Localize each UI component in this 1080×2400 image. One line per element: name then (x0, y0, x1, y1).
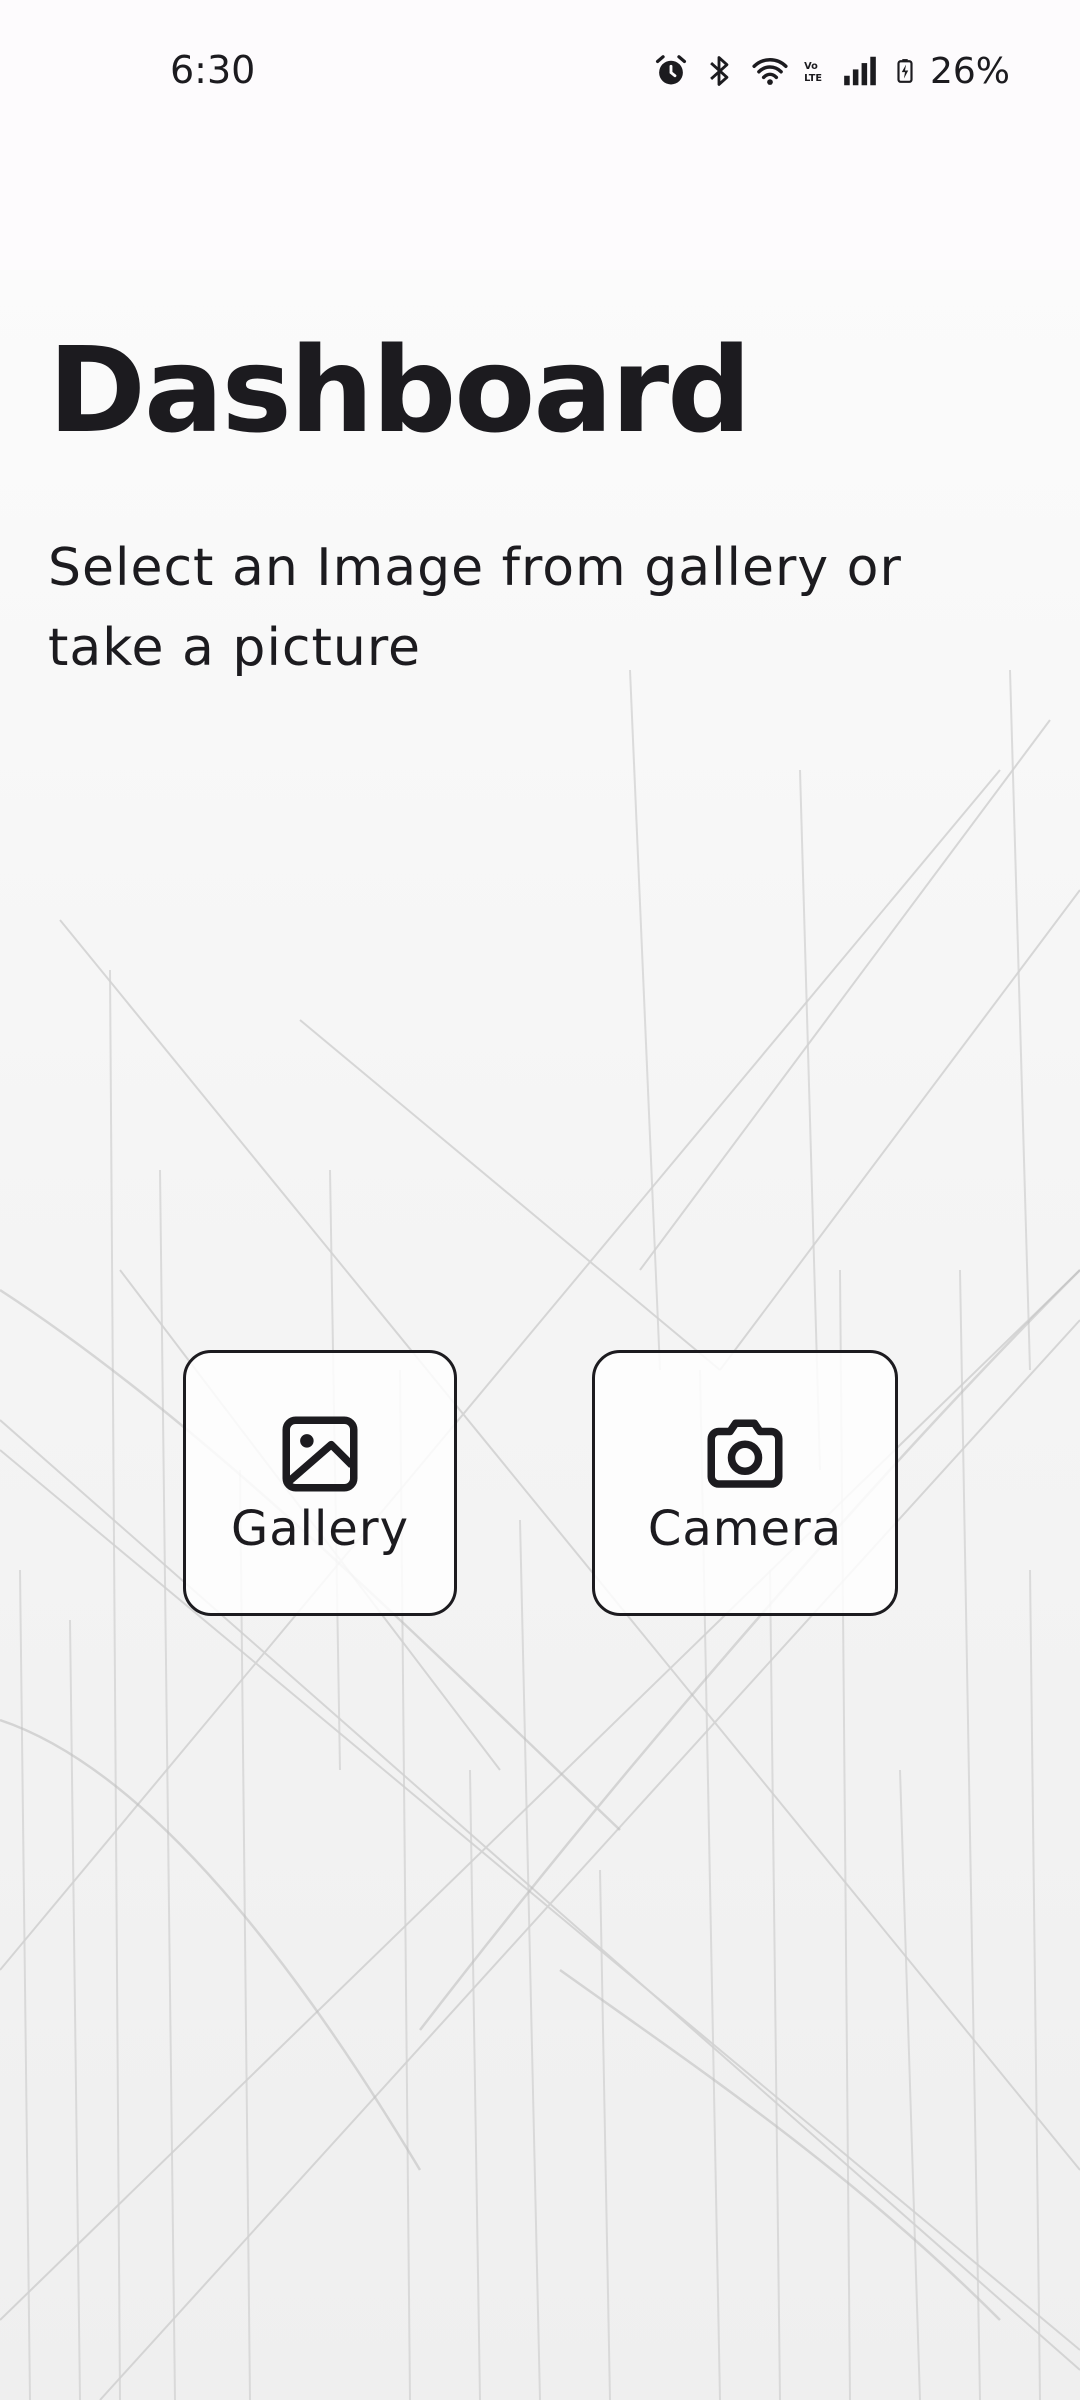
bluetooth-icon (710, 56, 729, 86)
image-icon (282, 1416, 358, 1492)
svg-text:LTE: LTE (804, 73, 822, 84)
camera-icon (707, 1419, 783, 1488)
battery-percentage: 26% (929, 50, 1010, 92)
gallery-button[interactable]: Gallery (183, 1350, 457, 1616)
camera-button-label: Camera (647, 1501, 843, 1557)
gallery-button-label: Gallery (231, 1501, 409, 1557)
page-subtitle: Select an Image from gallery or take a p… (48, 538, 902, 678)
signal-icon (844, 56, 876, 86)
dashboard-screen: 6:30 Vo LTE 26% Dashboard Select an Imag… (0, 0, 1080, 2400)
page-title: Dashboard (48, 321, 752, 459)
battery-charging-icon (897, 59, 913, 83)
svg-text:Vo: Vo (804, 61, 818, 72)
camera-button[interactable]: Camera (592, 1350, 898, 1616)
status-time: 6:30 (170, 48, 256, 92)
status-icons: Vo LTE 26% (652, 46, 1010, 96)
alarm-icon (655, 55, 687, 85)
wifi-icon (752, 57, 788, 85)
volte-icon: Vo LTE (804, 61, 822, 84)
status-bar: 6:30 Vo LTE 26% (0, 0, 1080, 140)
